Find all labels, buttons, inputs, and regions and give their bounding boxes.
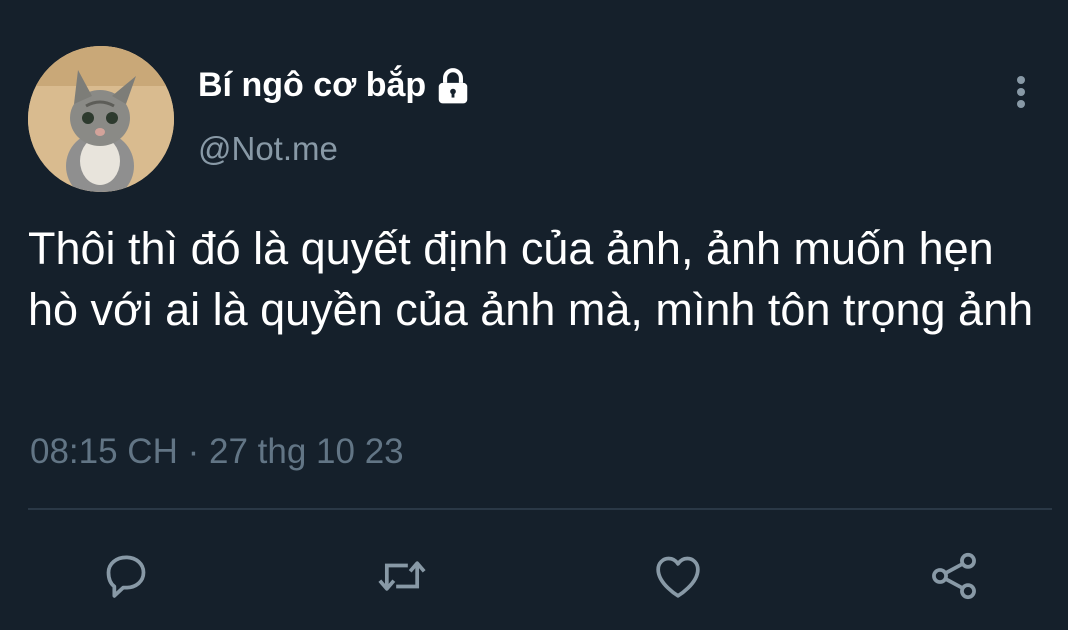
cat-avatar-image xyxy=(28,46,174,192)
share-button[interactable] xyxy=(924,546,984,606)
reply-icon xyxy=(106,555,146,598)
retweet-icon xyxy=(378,561,426,591)
meta-separator: · xyxy=(187,432,200,471)
display-name[interactable]: Bí ngô cơ bắp xyxy=(198,66,472,105)
heart-icon xyxy=(656,556,700,598)
reply-button[interactable] xyxy=(96,546,156,606)
share-icon xyxy=(932,552,976,600)
tweet-card: Bí ngô cơ bắp @Not.me Thôi thì đó là quy… xyxy=(0,0,1068,630)
tweet-date: 27 thg 10 23 xyxy=(209,432,404,471)
display-name-text: Bí ngô cơ bắp xyxy=(198,66,427,104)
more-vertical-icon[interactable] xyxy=(1006,74,1036,114)
tweet-time: 08:15 CH xyxy=(30,432,178,471)
like-button[interactable] xyxy=(648,546,708,606)
user-handle[interactable]: @Not.me xyxy=(198,130,338,168)
divider xyxy=(28,508,1052,510)
tweet-text: Thôi thì đó là quyết định của ảnh, ảnh m… xyxy=(28,223,1034,335)
retweet-button[interactable] xyxy=(372,546,432,606)
lock-icon xyxy=(434,67,472,105)
tweet-timestamp[interactable]: 08:15 CH · 27 thg 10 23 xyxy=(30,432,404,472)
avatar[interactable] xyxy=(28,46,174,192)
